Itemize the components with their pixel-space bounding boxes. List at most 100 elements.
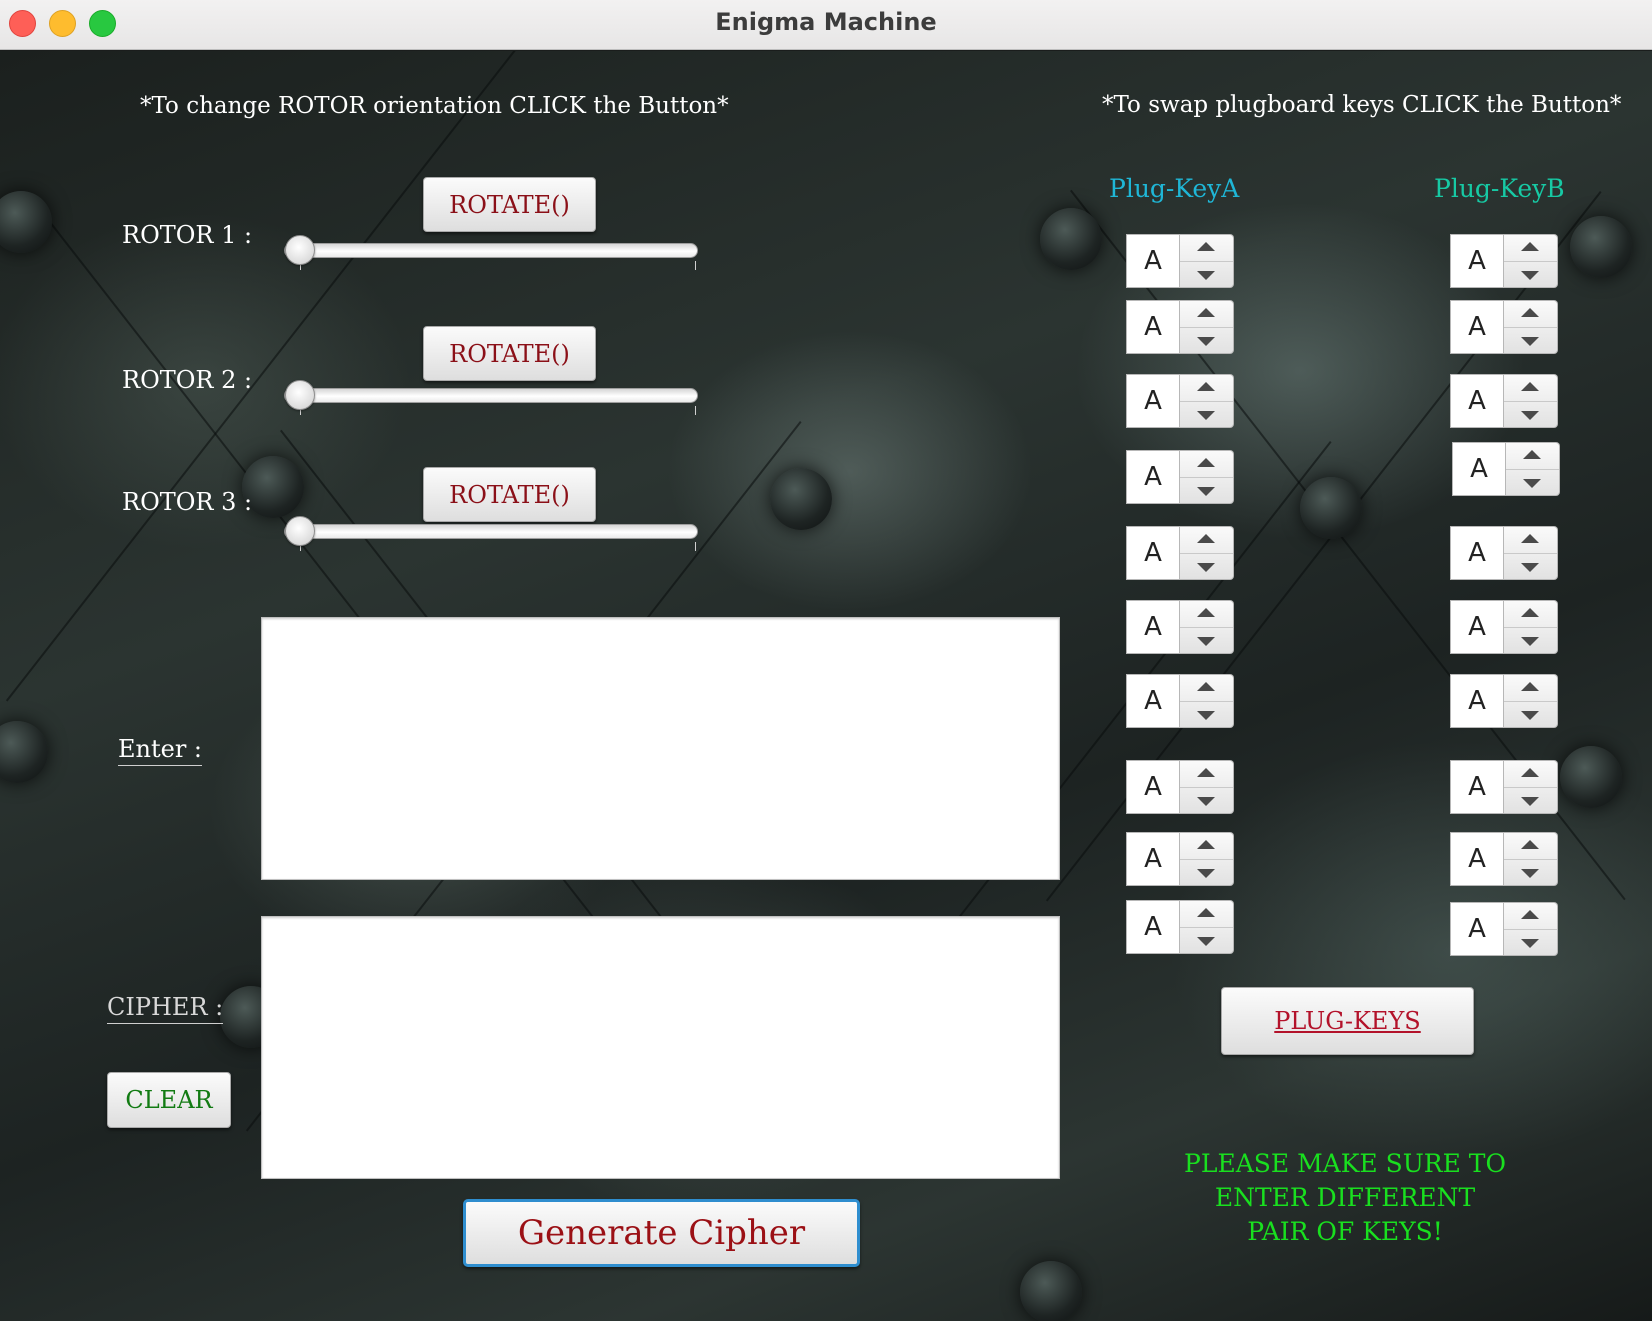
spinner-up-arrow-icon[interactable]	[1521, 840, 1539, 849]
plug-key-a-spinner-8[interactable]: A	[1126, 760, 1234, 814]
plug-key-b-spinner-10[interactable]: A	[1450, 902, 1558, 956]
spinner-down-arrow-icon[interactable]	[1197, 487, 1215, 496]
plug-key-a-spinner-5[interactable]: A	[1126, 526, 1234, 580]
spinner-up-arrow-icon[interactable]	[1521, 768, 1539, 777]
spinner-value[interactable]: A	[1450, 832, 1504, 886]
generate-cipher-button[interactable]: Generate Cipher	[463, 1199, 860, 1267]
spinner-up-arrow-icon[interactable]	[1197, 242, 1215, 251]
spinner-down-arrow-icon[interactable]	[1197, 411, 1215, 420]
slider-thumb[interactable]	[285, 380, 315, 410]
spinner-value[interactable]: A	[1450, 674, 1504, 728]
spinner-up-arrow-icon[interactable]	[1521, 682, 1539, 691]
spinner-up-arrow-icon[interactable]	[1197, 840, 1215, 849]
plug-keys-button[interactable]: PLUG-KEYS	[1221, 987, 1474, 1055]
spinner-divider	[1504, 929, 1557, 930]
rotor-2-rotate-button[interactable]: ROTATE()	[423, 326, 596, 381]
spinner-up-arrow-icon[interactable]	[1197, 908, 1215, 917]
spinner-down-arrow-icon[interactable]	[1521, 271, 1539, 280]
plug-key-b-spinner-3[interactable]: A	[1450, 374, 1558, 428]
spinner-value[interactable]: A	[1450, 374, 1504, 428]
spinner-down-arrow-icon[interactable]	[1521, 563, 1539, 572]
cipher-output[interactable]	[261, 916, 1060, 1179]
spinner-up-arrow-icon[interactable]	[1521, 308, 1539, 317]
spinner-down-arrow-icon[interactable]	[1197, 563, 1215, 572]
spinner-value[interactable]: A	[1452, 442, 1506, 496]
plug-key-a-spinner-10[interactable]: A	[1126, 900, 1234, 954]
spinner-down-arrow-icon[interactable]	[1521, 869, 1539, 878]
spinner-down-arrow-icon[interactable]	[1197, 797, 1215, 806]
spinner-value[interactable]: A	[1126, 526, 1180, 580]
spinner-up-arrow-icon[interactable]	[1521, 910, 1539, 919]
spinner-down-arrow-icon[interactable]	[1521, 939, 1539, 948]
rotor-3-slider[interactable]	[284, 512, 698, 552]
spinner-value[interactable]: A	[1450, 300, 1504, 354]
spinner-down-arrow-icon[interactable]	[1197, 637, 1215, 646]
plug-key-a-spinner-4[interactable]: A	[1126, 450, 1234, 504]
spinner-up-arrow-icon[interactable]	[1197, 682, 1215, 691]
plug-key-a-spinner-3[interactable]: A	[1126, 374, 1234, 428]
spinner-value[interactable]: A	[1126, 674, 1180, 728]
spinner-value[interactable]: A	[1450, 526, 1504, 580]
spinner-up-arrow-icon[interactable]	[1521, 608, 1539, 617]
spinner-down-arrow-icon[interactable]	[1521, 797, 1539, 806]
plug-key-a-spinner-9[interactable]: A	[1126, 832, 1234, 886]
spinner-up-arrow-icon[interactable]	[1197, 534, 1215, 543]
plug-key-a-spinner-7[interactable]: A	[1126, 674, 1234, 728]
slider-thumb[interactable]	[285, 235, 315, 265]
spinner-value[interactable]: A	[1126, 600, 1180, 654]
spinner-down-arrow-icon[interactable]	[1523, 479, 1541, 488]
slider-tick	[695, 406, 696, 415]
rotor-2-slider[interactable]	[284, 376, 698, 416]
spinner-value[interactable]: A	[1126, 832, 1180, 886]
spinner-up-arrow-icon[interactable]	[1197, 382, 1215, 391]
slider-thumb[interactable]	[285, 516, 315, 546]
spinner-value[interactable]: A	[1450, 760, 1504, 814]
spinner-up-arrow-icon[interactable]	[1197, 768, 1215, 777]
plug-key-b-spinner-9[interactable]: A	[1450, 832, 1558, 886]
plaintext-input[interactable]	[261, 617, 1060, 880]
spinner-value[interactable]: A	[1126, 760, 1180, 814]
spinner-divider	[1504, 627, 1557, 628]
spinner-down-arrow-icon[interactable]	[1521, 711, 1539, 720]
spinner-down-arrow-icon[interactable]	[1197, 869, 1215, 878]
plug-key-b-spinner-6[interactable]: A	[1450, 600, 1558, 654]
spinner-down-arrow-icon[interactable]	[1197, 937, 1215, 946]
spinner-value[interactable]: A	[1126, 450, 1180, 504]
spinner-up-arrow-icon[interactable]	[1197, 308, 1215, 317]
spinner-arrows	[1504, 300, 1558, 354]
plug-key-b-spinner-7[interactable]: A	[1450, 674, 1558, 728]
enigma-window: Enigma Machine *To change ROTOR orientat…	[0, 0, 1652, 1321]
spinner-down-arrow-icon[interactable]	[1521, 637, 1539, 646]
spinner-up-arrow-icon[interactable]	[1521, 534, 1539, 543]
rotor-1-rotate-button[interactable]: ROTATE()	[423, 177, 596, 232]
spinner-value[interactable]: A	[1126, 374, 1180, 428]
spinner-down-arrow-icon[interactable]	[1197, 337, 1215, 346]
plug-key-b-spinner-2[interactable]: A	[1450, 300, 1558, 354]
plug-key-a-spinner-2[interactable]: A	[1126, 300, 1234, 354]
spinner-down-arrow-icon[interactable]	[1521, 337, 1539, 346]
spinner-up-arrow-icon[interactable]	[1521, 242, 1539, 251]
spinner-value[interactable]: A	[1126, 234, 1180, 288]
plug-key-b-spinner-8[interactable]: A	[1450, 760, 1558, 814]
spinner-value[interactable]: A	[1126, 900, 1180, 954]
plug-key-b-spinner-4[interactable]: A	[1452, 442, 1560, 496]
clear-button[interactable]: CLEAR	[107, 1072, 231, 1128]
leather-tuft	[0, 721, 48, 783]
rotor-1-slider[interactable]	[284, 231, 698, 271]
spinner-up-arrow-icon[interactable]	[1523, 450, 1541, 459]
spinner-up-arrow-icon[interactable]	[1521, 382, 1539, 391]
spinner-down-arrow-icon[interactable]	[1197, 271, 1215, 280]
spinner-down-arrow-icon[interactable]	[1197, 711, 1215, 720]
spinner-divider	[1180, 327, 1233, 328]
plug-key-a-spinner-6[interactable]: A	[1126, 600, 1234, 654]
spinner-up-arrow-icon[interactable]	[1197, 458, 1215, 467]
spinner-value[interactable]: A	[1126, 300, 1180, 354]
spinner-up-arrow-icon[interactable]	[1197, 608, 1215, 617]
spinner-down-arrow-icon[interactable]	[1521, 411, 1539, 420]
plug-key-a-spinner-1[interactable]: A	[1126, 234, 1234, 288]
spinner-value[interactable]: A	[1450, 600, 1504, 654]
plug-key-b-spinner-1[interactable]: A	[1450, 234, 1558, 288]
plug-key-b-spinner-5[interactable]: A	[1450, 526, 1558, 580]
spinner-value[interactable]: A	[1450, 234, 1504, 288]
spinner-value[interactable]: A	[1450, 902, 1504, 956]
